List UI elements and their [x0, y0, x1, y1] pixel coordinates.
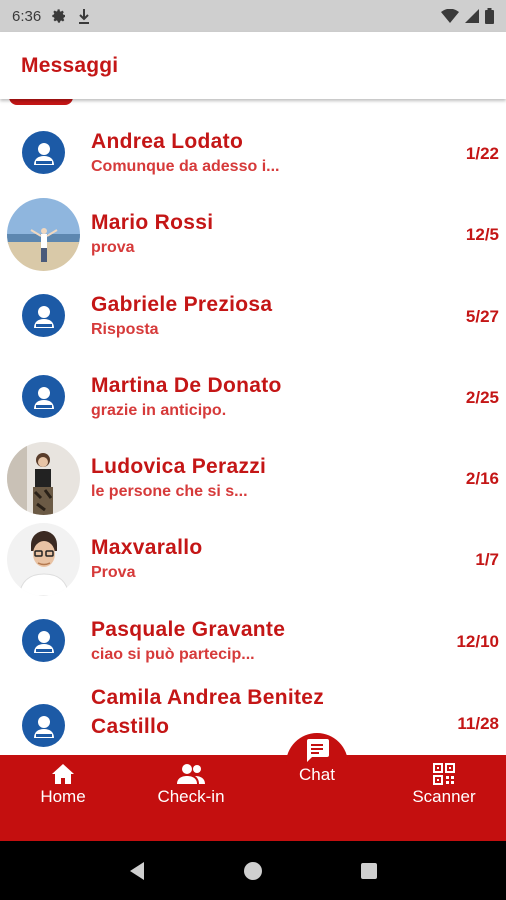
- chat-list-item[interactable]: Ludovica Perazzi le persone che si s... …: [0, 439, 506, 519]
- chat-date: 2/16: [465, 469, 499, 488]
- chat-name: Ludovica Perazzi: [91, 455, 267, 478]
- profile-photo: [7, 198, 80, 271]
- chat-list-item[interactable]: Andrea Lodato Comunque da adesso i... 1/…: [0, 114, 506, 194]
- avatar: [22, 294, 65, 337]
- person-icon: [33, 386, 54, 409]
- status-time: 6:36: [12, 7, 42, 25]
- home-icon: [52, 764, 74, 784]
- chat-date: 2/25: [465, 388, 499, 407]
- chat-date: 12/10: [456, 632, 499, 651]
- chat-preview: grazie in anticipo.: [91, 402, 227, 419]
- battery-icon: [485, 8, 494, 24]
- avatar: [22, 131, 65, 174]
- chat-list-item[interactable]: Mario Rossi prova 12/5: [0, 195, 506, 275]
- chat-name-line-1: Camila Andrea Benitez: [91, 686, 325, 709]
- chat-list[interactable]: Andrea Lodato Comunque da adesso i... 1/…: [0, 99, 506, 755]
- system-nav-bar: [0, 841, 506, 900]
- page-title: Messaggi: [21, 53, 119, 77]
- nav-home[interactable]: Home: [27, 755, 99, 841]
- nav-scanner[interactable]: Scanner: [402, 755, 486, 841]
- chat-preview: Risposta: [91, 321, 159, 338]
- home-circle-icon[interactable]: [243, 861, 263, 881]
- signal-icon: [465, 9, 479, 23]
- download-icon: [79, 9, 90, 24]
- chat-name: Mario Rossi: [91, 211, 214, 234]
- chat-date: 12/5: [465, 225, 499, 244]
- status-bar: 6:36: [0, 0, 506, 32]
- chat-list-item[interactable]: Pasquale Gravante ciao si può partecip..…: [0, 602, 506, 682]
- chat-preview: Comunque da adesso i...: [91, 158, 280, 175]
- avatar: [22, 375, 65, 418]
- nav-check-in-label: Check-in: [157, 787, 225, 806]
- avatar: [22, 704, 65, 747]
- settings-icon: [52, 9, 66, 23]
- avatar: [7, 198, 80, 271]
- recents-icon[interactable]: [360, 862, 378, 880]
- chat-date: 1/22: [465, 144, 499, 163]
- chat-list-item[interactable]: Camila Andrea Benitez Castillo 11/28: [0, 684, 506, 755]
- nav-check-in[interactable]: Check-in: [146, 755, 236, 841]
- chat-list-item[interactable]: Martina De Donato grazie in anticipo. 2/…: [0, 358, 506, 438]
- people-icon: [177, 764, 205, 784]
- chat-icon: [307, 739, 329, 762]
- chat-list-item[interactable]: Gabriele Preziosa Risposta 5/27: [0, 277, 506, 357]
- chat-preview: le persone che si s...: [91, 483, 248, 500]
- app-bar: Messaggi: [0, 32, 506, 99]
- avatar: [7, 523, 80, 596]
- profile-photo: [7, 442, 80, 515]
- chat-preview: Prova: [91, 564, 136, 581]
- chat-date: 5/27: [465, 307, 499, 326]
- wifi-icon: [441, 9, 459, 23]
- person-icon: [33, 305, 54, 328]
- person-icon: [33, 715, 54, 738]
- person-icon: [33, 142, 54, 165]
- profile-photo: [7, 523, 80, 596]
- qr-code-icon: [433, 763, 455, 785]
- person-icon: [33, 630, 54, 653]
- chat-list-item[interactable]: Maxvarallo Prova 1/7: [0, 520, 506, 600]
- chat-preview: prova: [91, 239, 135, 256]
- chat-date: 1/7: [475, 550, 499, 569]
- chat-name-line-2: Castillo: [91, 715, 170, 738]
- avatar: [22, 619, 65, 662]
- back-icon[interactable]: [128, 861, 146, 881]
- chat-name: Martina De Donato: [91, 374, 282, 397]
- nav-chat-label: Chat: [299, 765, 335, 784]
- chat-name: Maxvarallo: [91, 536, 203, 559]
- nav-scanner-label: Scanner: [412, 787, 476, 806]
- chat-name: Gabriele Preziosa: [91, 293, 273, 316]
- chat-preview: ciao si può partecip...: [91, 646, 255, 663]
- chat-name: Pasquale Gravante: [91, 618, 286, 641]
- nav-home-label: Home: [40, 787, 86, 806]
- chat-name: Andrea Lodato: [91, 130, 244, 153]
- nav-chat[interactable]: Chat: [287, 737, 347, 823]
- bottom-nav: Home Check-in Chat Scanner: [0, 733, 506, 841]
- chat-date: 11/28: [457, 714, 499, 733]
- scroll-indicator: [9, 99, 73, 105]
- avatar: [7, 442, 80, 515]
